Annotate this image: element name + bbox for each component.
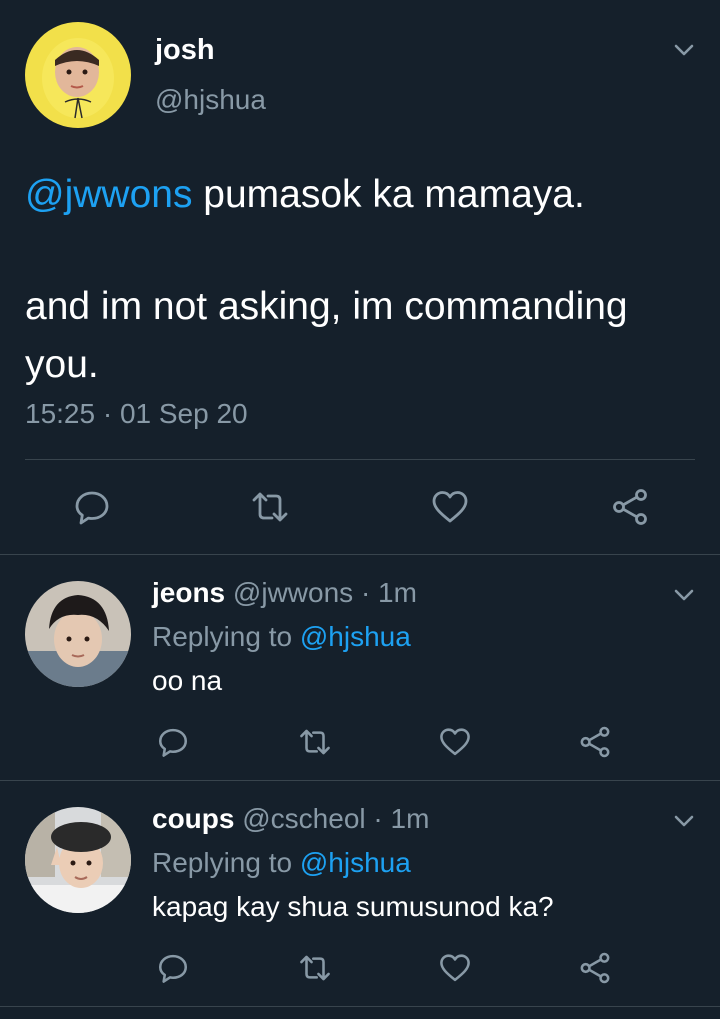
reply-text: kapag kay shua sumusunod ka?: [152, 891, 554, 922]
retweet-icon[interactable]: [298, 951, 332, 985]
tweet-timestamp[interactable]: 15:25 · 01 Sep 20: [25, 398, 248, 430]
main-tweet: josh @hjshua @jwwons pumasok ka mamaya. …: [0, 0, 720, 555]
reply-text: oo na: [152, 665, 223, 696]
reply-time: · 1m: [360, 577, 417, 608]
reply-header: jeons @jwwons · 1m: [152, 577, 417, 609]
divider: [25, 459, 695, 460]
replying-to-label: Replying to: [152, 621, 300, 652]
avatar[interactable]: [25, 581, 131, 687]
user-handle[interactable]: @cscheol: [242, 803, 365, 834]
user-handle[interactable]: @jwwons: [233, 577, 353, 608]
user-handle[interactable]: @hjshua: [155, 84, 266, 116]
reply-tweet[interactable]: coups @cscheol · 1m Replying to @hjshua …: [0, 781, 720, 1007]
reply-time: · 1m: [373, 803, 430, 834]
reply-tweet[interactable]: jeons @jwwons · 1m Replying to @hjshua o…: [0, 555, 720, 781]
display-name[interactable]: coups: [152, 803, 234, 834]
share-icon[interactable]: [578, 951, 612, 985]
display-name[interactable]: josh: [155, 34, 215, 67]
reply-header: coups @cscheol · 1m: [152, 803, 429, 835]
mention-link[interactable]: @hjshua: [300, 621, 411, 652]
like-icon[interactable]: [438, 725, 472, 759]
chevron-down-icon[interactable]: [670, 581, 698, 609]
tweet-actions: [0, 472, 720, 544]
reply-icon[interactable]: [156, 725, 190, 759]
tweet-text-paragraph: and im not asking, im commanding you.: [25, 285, 628, 386]
avatar[interactable]: [25, 22, 131, 128]
mention-link[interactable]: @jwwons: [25, 173, 192, 216]
replying-to: Replying to @hjshua: [152, 847, 411, 879]
retweet-icon[interactable]: [298, 725, 332, 759]
tweet-text: @jwwons pumasok ka mamaya. and im not as…: [25, 166, 695, 394]
reply-icon[interactable]: [72, 487, 112, 527]
avatar[interactable]: [25, 807, 131, 913]
chevron-down-icon[interactable]: [670, 36, 698, 64]
retweet-icon[interactable]: [250, 487, 290, 527]
share-icon[interactable]: [578, 725, 612, 759]
tweet-text-line: pumasok ka mamaya.: [192, 173, 585, 216]
mention-link[interactable]: @hjshua: [300, 847, 411, 878]
like-icon[interactable]: [430, 487, 470, 527]
divider: [0, 1006, 720, 1007]
chevron-down-icon[interactable]: [670, 807, 698, 835]
replying-to: Replying to @hjshua: [152, 621, 411, 653]
replying-to-label: Replying to: [152, 847, 300, 878]
display-name[interactable]: jeons: [152, 577, 225, 608]
like-icon[interactable]: [438, 951, 472, 985]
share-icon[interactable]: [610, 487, 650, 527]
reply-icon[interactable]: [156, 951, 190, 985]
